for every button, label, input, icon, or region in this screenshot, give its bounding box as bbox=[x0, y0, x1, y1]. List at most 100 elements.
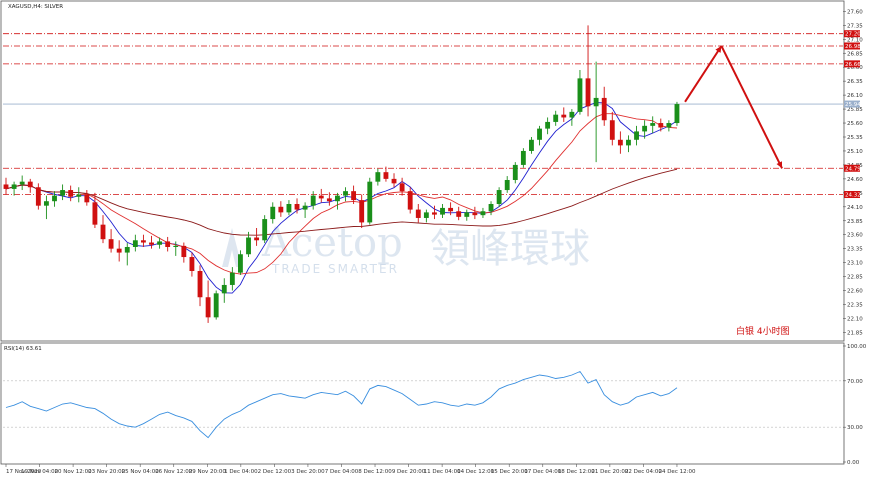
time-tick-label: 19 Nov 04:00 bbox=[21, 469, 59, 475]
candle-body bbox=[448, 207, 454, 212]
candle-body bbox=[634, 131, 639, 140]
candle-body bbox=[553, 114, 559, 122]
time-tick-label: 1 Dec 04:00 bbox=[224, 469, 258, 475]
price-tick-label: 27.60 bbox=[847, 9, 863, 15]
candle-body bbox=[246, 237, 251, 255]
candle-body bbox=[173, 245, 179, 247]
price-tick-label: 25.10 bbox=[847, 149, 863, 155]
watermark-brand: Acetop bbox=[261, 220, 403, 266]
candle-body bbox=[577, 78, 583, 112]
rsi-tick-label: 0.00 bbox=[847, 460, 860, 466]
candle-body bbox=[35, 187, 41, 206]
candle-body bbox=[496, 190, 502, 204]
watermark-tagline: TRADE SMARTER bbox=[271, 262, 399, 276]
candle-body bbox=[286, 204, 292, 213]
price-tick-label: 22.60 bbox=[847, 289, 863, 295]
candle-body bbox=[19, 181, 25, 185]
price-tick-label: 26.85 bbox=[847, 51, 863, 57]
time-tick-label: 24 Dec 12:00 bbox=[658, 469, 695, 475]
candle-body bbox=[520, 150, 526, 165]
level-price-label: 24.32 bbox=[845, 193, 861, 199]
time-tick-label: 14 Dec 12:00 bbox=[457, 469, 494, 475]
candle-body bbox=[141, 240, 146, 243]
candle-body bbox=[432, 212, 437, 215]
candle-body bbox=[149, 242, 154, 245]
candle bbox=[213, 290, 219, 320]
candle-body bbox=[52, 195, 57, 202]
candle-body bbox=[27, 181, 33, 188]
candle-body bbox=[407, 191, 413, 210]
candle-body bbox=[221, 284, 227, 294]
price-tick-label: 22.35 bbox=[847, 303, 863, 309]
candle-body bbox=[165, 241, 171, 247]
candle-body bbox=[262, 219, 268, 241]
time-tick-label: 25 Nov 04:00 bbox=[122, 469, 160, 475]
candle-body bbox=[3, 184, 9, 189]
chart-title: XAGUSD,H4: SILVER bbox=[8, 4, 63, 10]
rsi-tick-label: 30.00 bbox=[847, 425, 863, 431]
candle-body bbox=[11, 184, 17, 189]
candle-body bbox=[561, 114, 567, 118]
watermark-brand-cn: 領峰環球 bbox=[430, 226, 590, 272]
candle bbox=[520, 148, 526, 168]
price-tick-label: 25.35 bbox=[847, 135, 863, 141]
price-tick-label: 23.85 bbox=[847, 219, 863, 225]
candle-body bbox=[488, 204, 494, 212]
time-tick-label: 11 Dec 04:00 bbox=[424, 469, 461, 475]
candle-body bbox=[367, 181, 373, 223]
candle-body bbox=[270, 206, 276, 220]
candle-body bbox=[391, 178, 397, 184]
candle-body bbox=[181, 245, 187, 258]
candle-body bbox=[529, 139, 534, 151]
candle-body bbox=[229, 272, 235, 285]
price-tick-label: 24.60 bbox=[847, 177, 863, 183]
candle-body bbox=[335, 195, 340, 202]
candle-body bbox=[197, 271, 203, 298]
candle-body bbox=[472, 212, 478, 216]
time-tick-label: 9 Dec 20:00 bbox=[392, 469, 426, 475]
rsi-title: RSI(14) 63.61 bbox=[4, 346, 42, 352]
price-tick-label: 23.35 bbox=[847, 247, 863, 253]
candle-body bbox=[601, 97, 607, 121]
candle-body bbox=[310, 195, 316, 206]
price-chart: Acetop 領峰環球 TRADE SMARTER 27.60 27.35 27.1… bbox=[0, 0, 870, 479]
candle-body bbox=[132, 240, 138, 247]
current-price-label: 25.94 bbox=[845, 102, 861, 108]
candle-body bbox=[375, 172, 381, 182]
level-price-label: 24.79 bbox=[845, 166, 861, 172]
candle-body bbox=[213, 293, 219, 318]
candle-body bbox=[456, 211, 462, 217]
price-tick-label: 23.60 bbox=[847, 233, 863, 239]
level-price-label: 26.98 bbox=[845, 44, 861, 50]
candle-body bbox=[569, 111, 575, 118]
candle-body bbox=[666, 123, 672, 128]
time-tick-label: 7 Dec 04:00 bbox=[325, 469, 359, 475]
candle-body bbox=[92, 202, 98, 225]
candle bbox=[35, 183, 41, 210]
candle-body bbox=[302, 205, 308, 210]
candle-body bbox=[254, 237, 260, 241]
candle bbox=[674, 101, 680, 126]
candle-body bbox=[359, 200, 365, 223]
time-tick-label: 17 Dec 04:00 bbox=[524, 469, 561, 475]
rsi-tick-label: 70.00 bbox=[847, 379, 863, 385]
candle-body bbox=[593, 97, 599, 107]
time-tick-label: 21 Dec 20:00 bbox=[591, 469, 628, 475]
price-tick-label: 26.10 bbox=[847, 93, 863, 99]
candle bbox=[496, 187, 502, 207]
candle-body bbox=[383, 172, 389, 179]
time-tick-label: 8 Dec 12:00 bbox=[358, 469, 392, 475]
candle-body bbox=[43, 201, 49, 206]
price-tick-label: 24.10 bbox=[847, 205, 863, 211]
candle-body bbox=[650, 123, 656, 126]
level-price-label: 26.66 bbox=[845, 62, 861, 68]
candle-body bbox=[124, 246, 130, 253]
candle-body bbox=[642, 125, 648, 132]
candle-body bbox=[84, 194, 90, 203]
candle bbox=[407, 187, 413, 214]
candle-body bbox=[545, 121, 551, 129]
time-tick-label: 20 Nov 12:00 bbox=[55, 469, 93, 475]
price-tick-label: 22.85 bbox=[847, 275, 863, 281]
candle bbox=[262, 215, 268, 244]
time-tick-label: 15 Dec 20:00 bbox=[491, 469, 528, 475]
